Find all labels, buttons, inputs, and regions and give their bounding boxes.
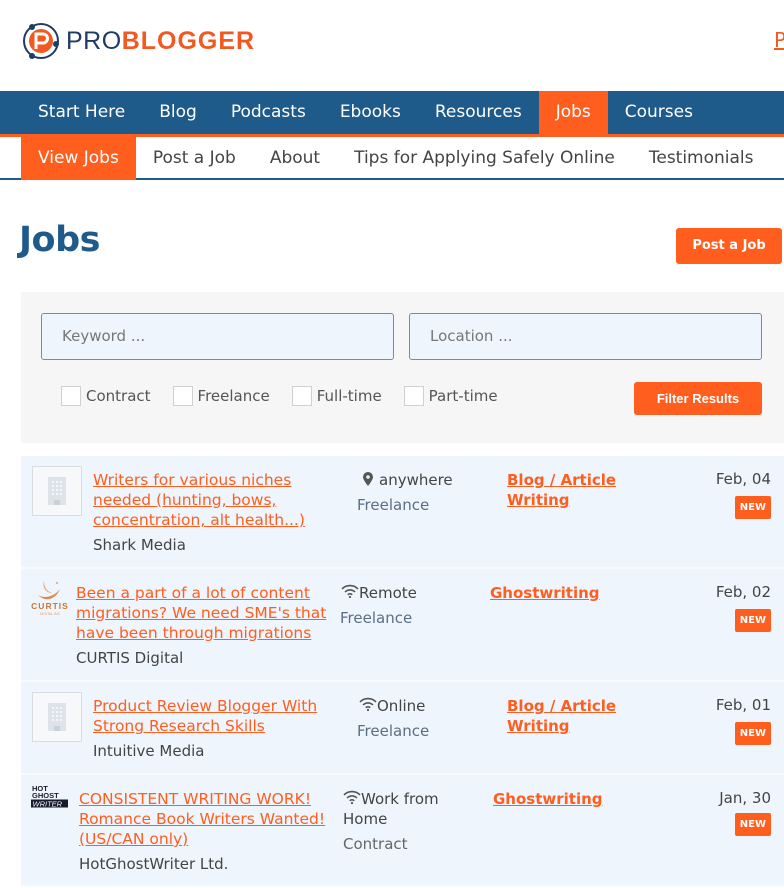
- filter-part-time[interactable]: Part-time: [403, 386, 498, 406]
- nav-item-resources[interactable]: Resources: [418, 91, 539, 134]
- job-location: anywhere: [363, 470, 453, 490]
- logo-blogger-text: BLOGGER: [121, 27, 256, 55]
- page-title: Jobs: [19, 220, 100, 260]
- wifi-icon: [343, 790, 361, 804]
- full-time-checkbox[interactable]: [291, 386, 312, 406]
- subnav-view-jobs[interactable]: View Jobs: [21, 137, 136, 180]
- jobs-subnav: View Jobs Post a Job About Tips for Appl…: [0, 137, 784, 180]
- job-title-link[interactable]: CONSISTENT WRITING WORK! Romance Book Wr…: [79, 789, 339, 849]
- job-location: Remote: [341, 583, 417, 603]
- new-badge: NEW: [734, 813, 771, 836]
- filter-full-time[interactable]: Full-time: [291, 386, 382, 406]
- site-header: PROBLOGGER P: [0, 0, 784, 91]
- company-name: CURTIS Digital: [76, 649, 184, 667]
- part-time-checkbox[interactable]: [403, 386, 424, 406]
- hotghostwriter-logo: HOT GHOST WRITER: [31, 784, 68, 809]
- nav-item-blog[interactable]: Blog: [142, 91, 214, 134]
- job-title-link[interactable]: Been a part of a lot of content migratio…: [76, 583, 336, 643]
- contract-checkbox[interactable]: [61, 386, 81, 406]
- svg-text:CURTIS: CURTIS: [31, 601, 69, 611]
- job-type: Contract: [343, 835, 408, 853]
- logo-wordmark: PROBLOGGER: [66, 20, 255, 62]
- subnav-testimonials[interactable]: Testimonials: [632, 137, 771, 180]
- contract-label: Contract: [86, 387, 151, 405]
- job-listing[interactable]: HOT GHOST WRITER CONSISTENT WRITING WORK…: [21, 775, 784, 887]
- nav-item-jobs[interactable]: Jobs: [538, 91, 608, 134]
- svg-text:DIGITAL INC: DIGITAL INC: [40, 612, 61, 616]
- posted-date: Feb, 04: [715, 470, 771, 488]
- freelance-checkbox[interactable]: [172, 386, 193, 406]
- freelance-label: Freelance: [197, 387, 270, 405]
- job-listing[interactable]: CURTIS DIGITAL INC Been a part of a lot …: [21, 569, 784, 682]
- filter-results-button[interactable]: Filter Results: [634, 382, 762, 415]
- nav-item-courses[interactable]: Courses: [608, 91, 710, 134]
- filter-freelance[interactable]: Freelance: [172, 386, 270, 406]
- new-badge: NEW: [734, 609, 771, 632]
- map-pin-icon: [363, 472, 373, 486]
- location-label: anywhere: [379, 471, 453, 489]
- job-type-filters: Contract Freelance Full-time Part-time: [61, 386, 520, 406]
- job-title-link[interactable]: Writers for various niches needed (hunti…: [93, 470, 323, 530]
- keyword-input[interactable]: Keyword ...: [41, 313, 394, 360]
- subnav-about[interactable]: About: [253, 137, 337, 180]
- posted-date: Feb, 01: [715, 696, 771, 714]
- curtis-digital-logo: CURTIS DIGITAL INC: [31, 581, 69, 616]
- filter-contract[interactable]: Contract: [61, 386, 151, 406]
- subnav-post-a-job[interactable]: Post a Job: [136, 137, 253, 180]
- building-placeholder-icon: [32, 692, 82, 742]
- header-link[interactable]: P: [774, 28, 784, 52]
- location-label: Remote: [359, 584, 417, 602]
- nav-item-ebooks[interactable]: Ebooks: [323, 91, 418, 134]
- job-category-link[interactable]: Blog / Article Writing: [507, 470, 617, 510]
- nav-item-podcasts[interactable]: Podcasts: [214, 91, 323, 134]
- job-location: Work from Home: [343, 789, 463, 829]
- job-search-panel: Keyword ... Location ... Contract Freela…: [21, 292, 784, 443]
- company-name: Shark Media: [93, 536, 186, 554]
- job-title-link[interactable]: Product Review Blogger With Strong Resea…: [93, 696, 333, 736]
- job-type: Freelance: [357, 722, 430, 740]
- job-list: Writers for various niches needed (hunti…: [21, 456, 784, 887]
- problogger-logo[interactable]: PROBLOGGER: [20, 20, 255, 62]
- job-listing[interactable]: Writers for various niches needed (hunti…: [21, 456, 784, 569]
- company-name: Intuitive Media: [93, 742, 205, 760]
- location-input[interactable]: Location ...: [409, 313, 762, 360]
- job-category-link[interactable]: Blog / Article Writing: [507, 696, 617, 736]
- posted-date: Jan, 30: [719, 789, 771, 807]
- nav-item-start-here[interactable]: Start Here: [21, 91, 142, 134]
- company-name: HotGhostWriter Ltd.: [79, 855, 229, 873]
- job-type: Freelance: [340, 609, 413, 627]
- job-type: Freelance: [357, 496, 430, 514]
- new-badge: NEW: [734, 722, 771, 745]
- logo-mark-icon: [23, 23, 59, 59]
- job-category-link[interactable]: Ghostwriting: [493, 789, 603, 809]
- posted-date: Feb, 02: [715, 583, 771, 601]
- job-location: Online: [359, 696, 425, 716]
- job-category-link[interactable]: Ghostwriting: [490, 583, 600, 603]
- subnav-tips-applying-safely[interactable]: Tips for Applying Safely Online: [337, 137, 632, 180]
- building-placeholder-icon: [32, 466, 82, 516]
- job-listing[interactable]: Product Review Blogger With Strong Resea…: [21, 682, 784, 775]
- subnav-faqs[interactable]: FAQs: [771, 137, 784, 180]
- primary-nav: Start Here Blog Podcasts Ebooks Resource…: [0, 91, 784, 134]
- wifi-icon: [341, 584, 359, 598]
- part-time-label: Part-time: [428, 387, 498, 405]
- post-a-job-button[interactable]: Post a Job: [676, 228, 782, 264]
- new-badge: NEW: [734, 496, 771, 519]
- wifi-icon: [359, 697, 377, 711]
- logo-pro-text: PRO: [66, 27, 122, 55]
- svg-text:WRITER: WRITER: [33, 800, 63, 809]
- full-time-label: Full-time: [316, 387, 382, 405]
- location-label: Online: [377, 697, 426, 715]
